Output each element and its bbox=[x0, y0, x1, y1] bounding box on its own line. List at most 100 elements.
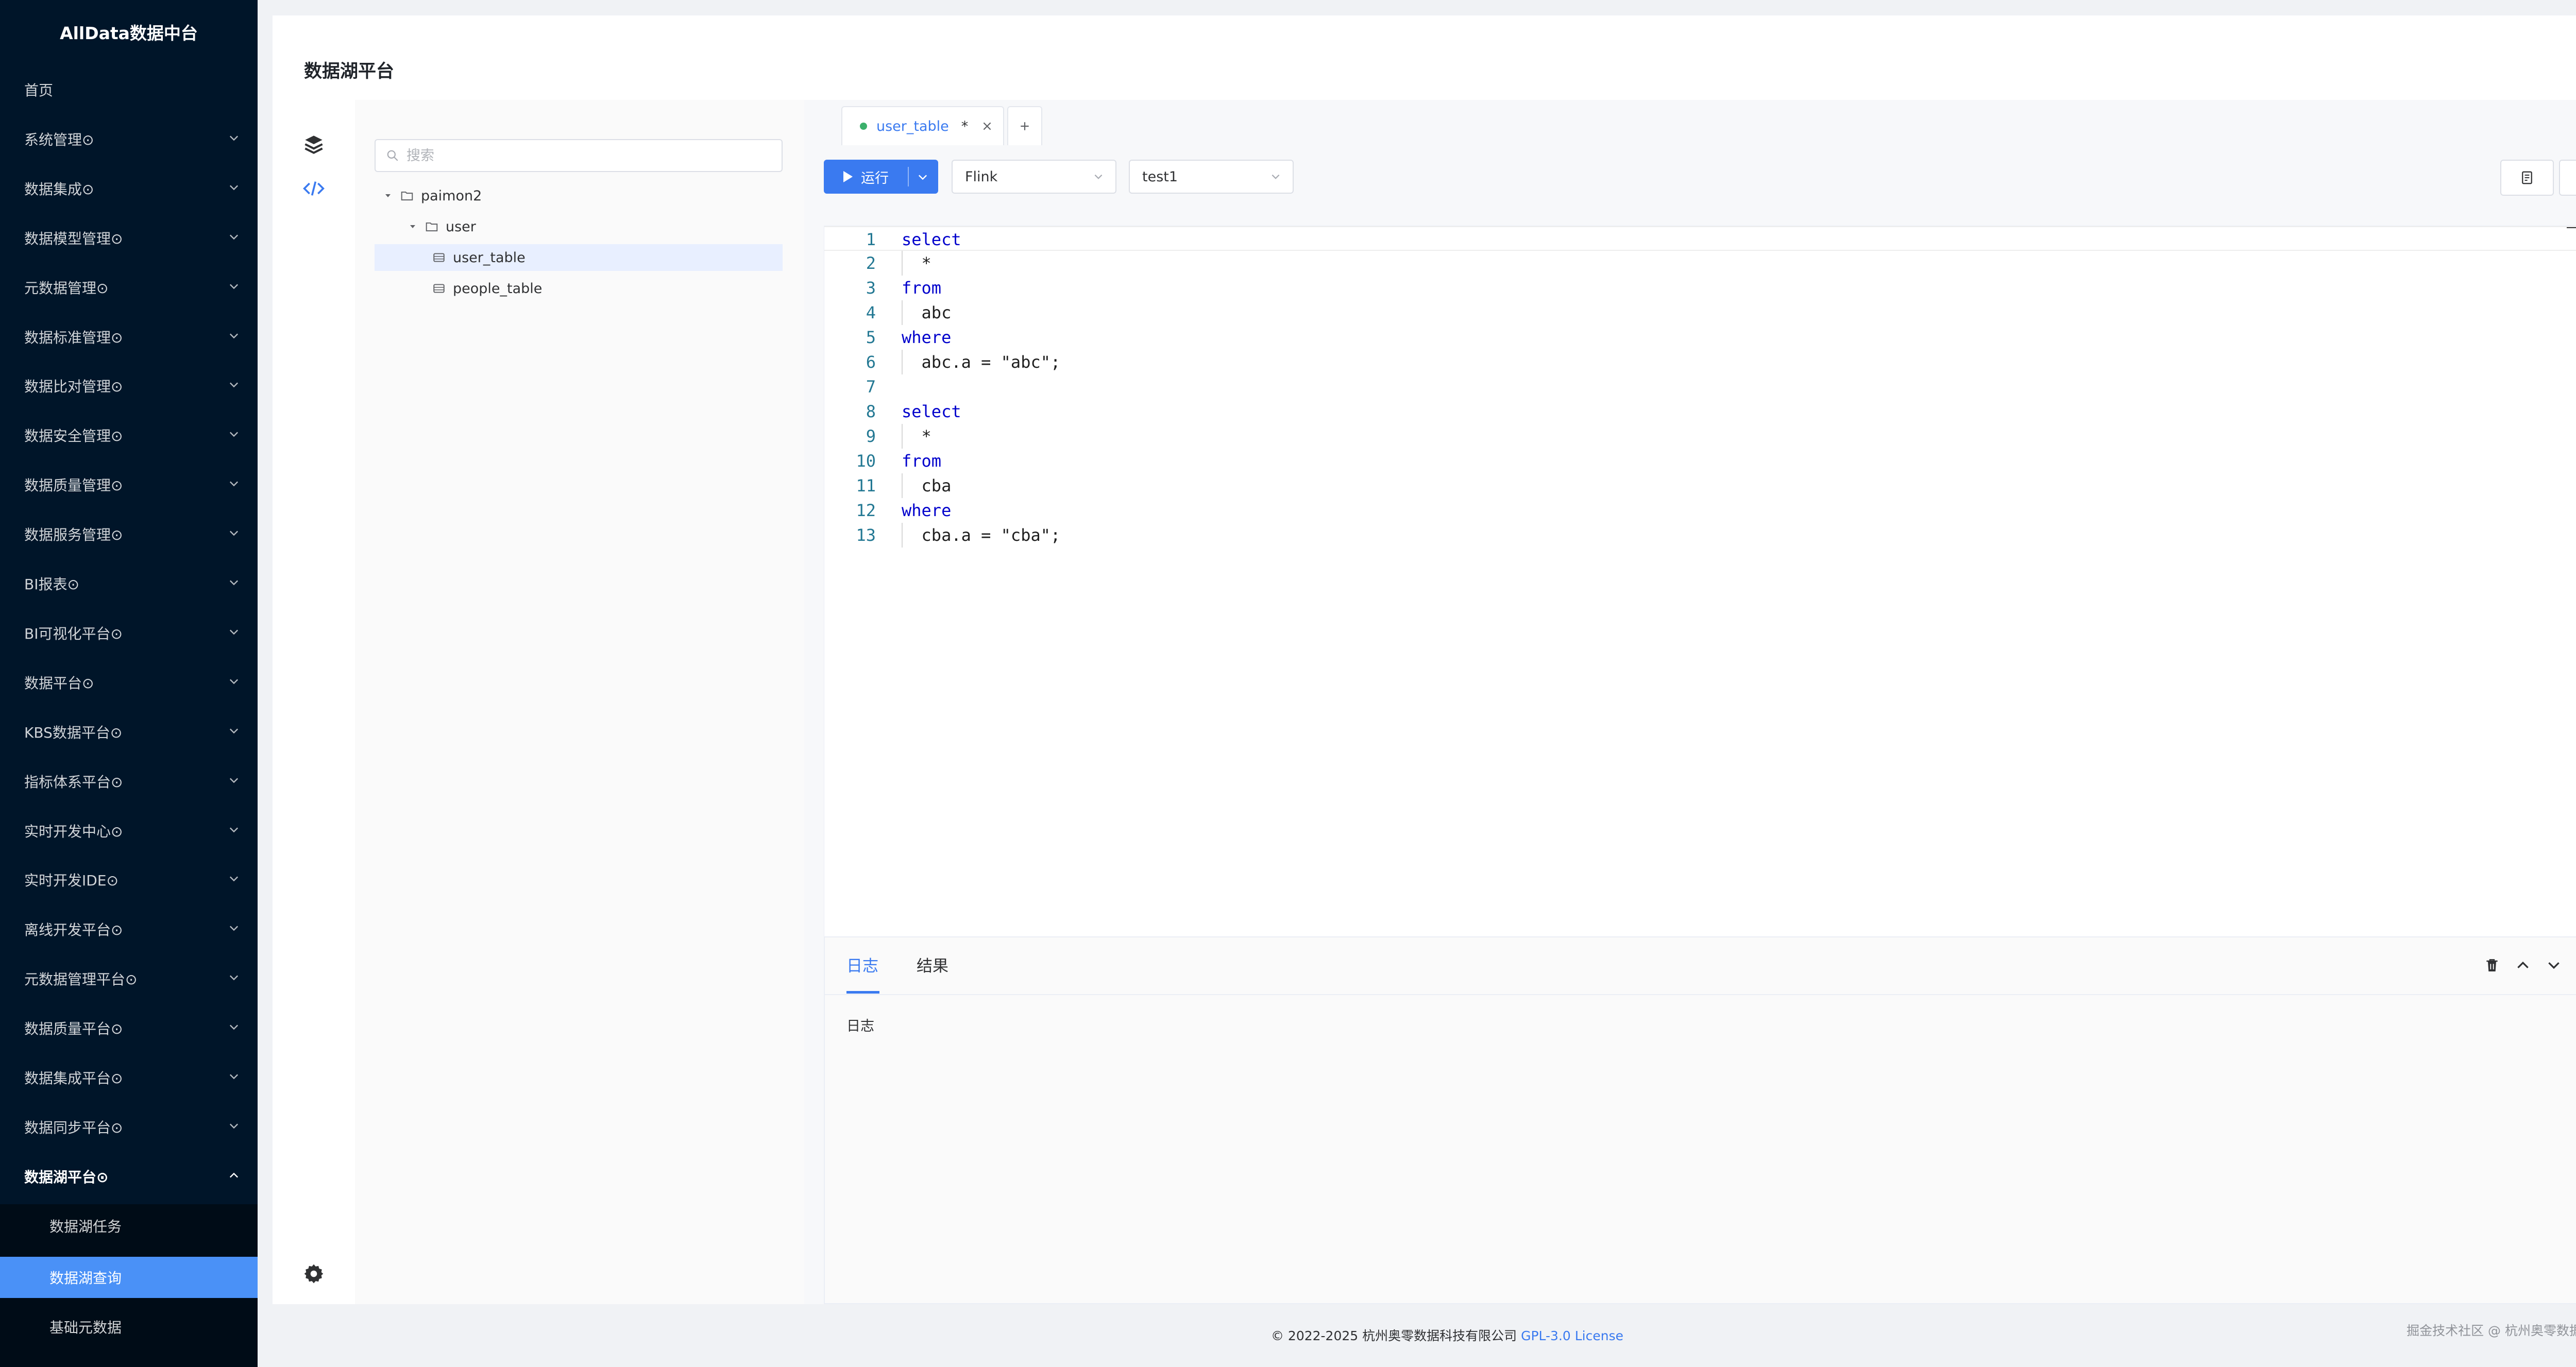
code-line[interactable]: 9 * bbox=[824, 424, 2576, 449]
chevron-down-icon bbox=[228, 330, 240, 342]
settings-gear-icon[interactable] bbox=[303, 1263, 325, 1285]
tree-node-label: user_table bbox=[453, 249, 526, 266]
chevron-down-icon bbox=[228, 576, 240, 589]
line-number: 12 bbox=[856, 501, 876, 520]
license-link[interactable]: GPL-3.0 License bbox=[1521, 1328, 1623, 1343]
submenu-item-base-metadata[interactable]: 基础元数据 bbox=[0, 1306, 258, 1347]
sidebar-item-quality-platform[interactable]: 数据质量平台⊙ bbox=[0, 1003, 258, 1053]
tree-node-label: people_table bbox=[453, 280, 543, 297]
console-tabs: 日志 结果 bbox=[825, 937, 2576, 995]
code-line[interactable]: 3 from bbox=[824, 276, 2576, 300]
tree-node-user[interactable]: user bbox=[408, 213, 763, 240]
sidebar-item-service[interactable]: 数据服务管理⊙ bbox=[0, 509, 258, 559]
code-line[interactable]: 1 select bbox=[824, 226, 2576, 251]
tree-node-people-table[interactable]: people_table bbox=[375, 275, 783, 302]
code-line[interactable]: 11 cba bbox=[824, 473, 2576, 498]
sidebar-item-datalake[interactable]: 数据湖平台⊙ bbox=[0, 1152, 258, 1201]
line-code: cba.a = "cba"; bbox=[902, 523, 1061, 548]
line-code: from bbox=[902, 276, 941, 300]
code-icon[interactable] bbox=[302, 178, 325, 199]
submenu-item-datalake-query[interactable]: 数据湖查询 bbox=[0, 1257, 258, 1298]
sidebar-item-bi-visual[interactable]: BI可视化平台⊙ bbox=[0, 608, 258, 658]
tree-search-input[interactable] bbox=[405, 147, 768, 164]
sidebar-item-model[interactable]: 数据模型管理⊙ bbox=[0, 213, 258, 263]
engine-select-value: Flink bbox=[965, 168, 998, 185]
chevron-up-icon bbox=[228, 1169, 240, 1182]
chevron-down-icon[interactable] bbox=[2546, 957, 2562, 973]
line-code: where bbox=[902, 498, 951, 523]
line-number: 11 bbox=[856, 476, 876, 495]
chevron-down-icon bbox=[228, 280, 240, 293]
sidebar-item-security[interactable]: 数据安全管理⊙ bbox=[0, 411, 258, 460]
code-line[interactable]: 6 abc.a = "abc"; bbox=[824, 350, 2576, 374]
sidebar-item-integration-platform[interactable]: 数据集成平台⊙ bbox=[0, 1053, 258, 1102]
footer-attribution: 掘金技术社区 @ 杭州奥零数据科技 bbox=[2406, 1323, 2576, 1338]
sidebar-item-sync-platform[interactable]: 数据同步平台⊙ bbox=[0, 1102, 258, 1152]
sidebar-item-data-platform[interactable]: 数据平台⊙ bbox=[0, 658, 258, 707]
tree-node-user-table[interactable]: user_table bbox=[375, 244, 783, 271]
sidebar-item-kbs[interactable]: KBS数据平台⊙ bbox=[0, 707, 258, 757]
sidebar-item-realtime-center[interactable]: 实时开发中心⊙ bbox=[0, 806, 258, 856]
tab-log[interactable]: 日志 bbox=[846, 953, 878, 976]
format-button[interactable] bbox=[2500, 160, 2554, 196]
run-button[interactable]: 运行 bbox=[824, 160, 938, 194]
chevron-down-icon[interactable] bbox=[917, 171, 929, 183]
line-number: 10 bbox=[856, 451, 876, 471]
trash-icon[interactable] bbox=[2484, 957, 2500, 973]
tree-node-paimon2[interactable]: paimon2 bbox=[383, 182, 764, 209]
chevron-down-icon bbox=[228, 824, 240, 836]
line-number: 1 bbox=[866, 230, 876, 249]
add-tab-button[interactable] bbox=[1007, 106, 1042, 145]
sidebar-item-compare[interactable]: 数据比对管理⊙ bbox=[0, 361, 258, 411]
caret-down-icon[interactable] bbox=[383, 191, 393, 201]
code-line[interactable]: 8 select bbox=[824, 399, 2576, 424]
sidebar-item-offline[interactable]: 离线开发平台⊙ bbox=[0, 904, 258, 954]
caret-down-icon[interactable] bbox=[408, 221, 418, 232]
code-editor[interactable]: 1 select 2 * 3 from 4 abc 5 where 6 abc.a = "abc… bbox=[824, 226, 2576, 937]
sidebar-item-quality[interactable]: 数据质量管理⊙ bbox=[0, 460, 258, 509]
sidebar-item-realtime-ide[interactable]: 实时开发IDE⊙ bbox=[0, 855, 258, 904]
close-icon[interactable] bbox=[981, 121, 993, 132]
sidebar-item-metadata-platform[interactable]: 元数据管理平台⊙ bbox=[0, 954, 258, 1003]
code-line[interactable]: 2 * bbox=[824, 251, 2576, 276]
table-icon bbox=[432, 251, 446, 264]
code-line[interactable]: 7 bbox=[824, 374, 2576, 399]
submenu-item-datalake-task[interactable]: 数据湖任务 bbox=[0, 1205, 258, 1246]
chevron-down-icon bbox=[228, 428, 240, 440]
chevron-down-icon bbox=[228, 626, 240, 638]
line-code: where bbox=[902, 325, 951, 350]
code-line[interactable]: 10 from bbox=[824, 449, 2576, 473]
editor-tab-user-table[interactable]: user_table * bbox=[841, 106, 1004, 145]
code-line[interactable]: 12 where bbox=[824, 498, 2576, 523]
indent-guide bbox=[902, 424, 903, 449]
sidebar-item-home[interactable]: 首页 bbox=[0, 65, 258, 114]
chevron-down-icon bbox=[1093, 171, 1104, 182]
save-button[interactable] bbox=[2559, 160, 2576, 196]
chevron-up-icon[interactable] bbox=[2515, 957, 2531, 973]
layers-icon[interactable] bbox=[303, 134, 324, 155]
document-icon bbox=[2519, 169, 2535, 186]
line-number: 13 bbox=[856, 525, 876, 545]
chevron-down-icon bbox=[228, 1120, 240, 1132]
line-number: 4 bbox=[866, 303, 876, 322]
sidebar-item-metadata[interactable]: 元数据管理⊙ bbox=[0, 263, 258, 312]
indent-guide bbox=[902, 523, 903, 548]
sidebar-item-system[interactable]: 系统管理⊙ bbox=[0, 114, 258, 164]
sidebar-item-label: BI可视化平台⊙ bbox=[24, 625, 123, 642]
catalog-select-value: test1 bbox=[1142, 168, 1178, 185]
code-line[interactable]: 4 abc bbox=[824, 300, 2576, 325]
sidebar-item-indicator[interactable]: 指标体系平台⊙ bbox=[0, 757, 258, 806]
chevron-down-icon bbox=[228, 477, 240, 490]
sql-text: abc bbox=[902, 303, 952, 322]
code-line[interactable]: 13 cba.a = "cba"; bbox=[824, 523, 2576, 548]
sidebar-item-integration[interactable]: 数据集成⊙ bbox=[0, 164, 258, 213]
catalog-select[interactable]: test1 bbox=[1129, 160, 1294, 194]
tab-result[interactable]: 结果 bbox=[917, 953, 948, 976]
sidebar-item-bi-report[interactable]: BI报表⊙ bbox=[0, 559, 258, 608]
tree-search-box[interactable] bbox=[375, 139, 783, 172]
tree-node-label: paimon2 bbox=[421, 187, 482, 204]
sidebar-item-label: 数据服务管理⊙ bbox=[24, 526, 123, 543]
sidebar-item-standard[interactable]: 数据标准管理⊙ bbox=[0, 312, 258, 362]
code-line[interactable]: 5 where bbox=[824, 325, 2576, 350]
engine-select[interactable]: Flink bbox=[952, 160, 1116, 194]
